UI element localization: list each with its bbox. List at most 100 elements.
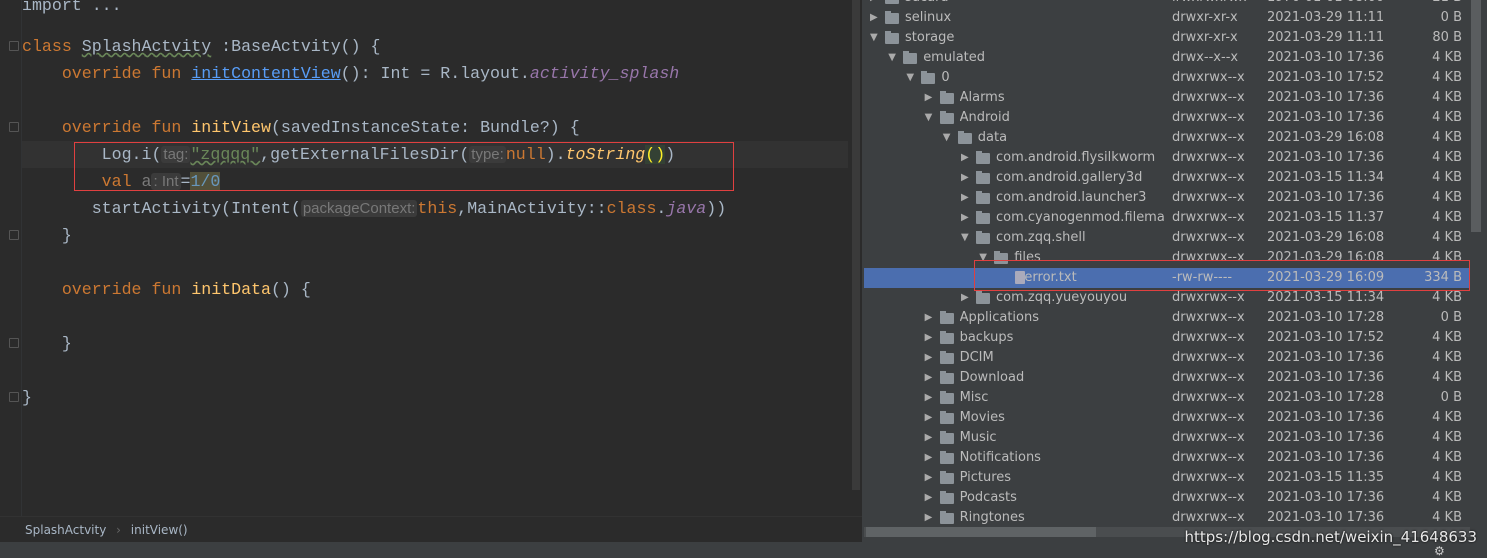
modified-date: 2021-03-15 11:35 xyxy=(1267,470,1385,485)
file-name: Misc xyxy=(959,390,989,405)
tree-row[interactable]: ▼ 0 drwxrwx--x 2021-03-10 17:52 4 KB xyxy=(864,68,1470,88)
file-size: 4 KB xyxy=(1432,410,1462,425)
code-token: ,MainActivity:: xyxy=(457,199,607,218)
permissions: drwxrwx--x xyxy=(1172,230,1245,245)
code-line[interactable]: override fun initContentView(): Int = R.… xyxy=(22,60,679,87)
file-size: 4 KB xyxy=(1432,190,1462,205)
code-line[interactable]: override fun initData() { xyxy=(22,276,311,303)
file-name: com.cyanogenmod.filemanager xyxy=(996,210,1166,225)
chevron-right-icon[interactable]: ▶ xyxy=(925,408,933,428)
tree-row[interactable]: ▶ Music drwxrwx--x 2021-03-10 17:36 4 KB xyxy=(864,428,1470,448)
breadcrumb-method[interactable]: initView() xyxy=(131,523,188,537)
file-name: Download xyxy=(959,370,1025,385)
scrollbar-thumb[interactable] xyxy=(866,527,1096,537)
permissions: drwxrwx--x xyxy=(1172,450,1245,465)
chevron-down-icon[interactable]: ▼ xyxy=(943,128,951,148)
editor-scrollbar[interactable] xyxy=(852,0,860,490)
tree-row[interactable]: ▶ com.android.gallery3d drwxrwx--x 2021-03-… xyxy=(864,168,1470,188)
chevron-right-icon[interactable]: ▶ xyxy=(925,448,933,468)
tree-row[interactable]: ▶ Pictures drwxrwx--x 2021-03-15 11:35 4 KB xyxy=(864,468,1470,488)
tree-row[interactable]: ▶ sdcard lrwxrwxrwx 1970-01-01 08:00 21 B xyxy=(864,0,1470,8)
modified-date: 2021-03-10 17:28 xyxy=(1267,310,1385,325)
folder-icon xyxy=(939,331,954,344)
file-name: 0 xyxy=(941,70,950,85)
chevron-right-icon[interactable]: ▶ xyxy=(925,488,933,508)
code-line[interactable]: } xyxy=(22,330,72,357)
breadcrumb-class[interactable]: SplashActvity xyxy=(25,523,106,537)
file-name: emulated xyxy=(923,50,986,65)
chevron-right-icon[interactable]: ▶ xyxy=(925,508,933,528)
tree-row[interactable]: ▶ Ringtones drwxrwx--x 2021-03-10 17:36 4 KB xyxy=(864,508,1470,528)
chevron-right-icon[interactable]: ▶ xyxy=(925,328,933,348)
chevron-down-icon[interactable]: ▼ xyxy=(870,28,878,48)
tree-row[interactable]: ▼ data drwxrwx--x 2021-03-29 16:08 4 KB xyxy=(864,128,1470,148)
code-line[interactable]: import ... xyxy=(22,0,122,19)
fold-icon[interactable] xyxy=(9,392,19,402)
tree-row[interactable]: ▶ com.android.flysilkworm drwxrwx--x 2021-0… xyxy=(864,148,1470,168)
chevron-right-icon[interactable]: ▶ xyxy=(925,88,933,108)
code-line[interactable]: } xyxy=(22,384,32,411)
code-line[interactable]: override fun initView(savedInstanceState… xyxy=(22,114,580,141)
modified-date: 2021-03-10 17:36 xyxy=(1267,150,1385,165)
code-editor[interactable]: import ... class SplashActvity :BaseActvi… xyxy=(0,0,862,516)
fold-icon[interactable] xyxy=(9,230,19,240)
code-line[interactable]: startActivity(Intent(packageContext: this… xyxy=(22,195,726,222)
tree-row[interactable]: ▶ Podcasts drwxrwx--x 2021-03-10 17:36 4 KB xyxy=(864,488,1470,508)
code-line[interactable]: class SplashActvity :BaseActvity() { xyxy=(22,33,381,60)
chevron-down-icon[interactable]: ▼ xyxy=(961,228,969,248)
chevron-right-icon[interactable]: ▶ xyxy=(870,0,878,8)
chevron-right-icon[interactable]: ▶ xyxy=(961,188,969,208)
tree-row[interactable]: ▶ Applications drwxrwx--x 2021-03-10 17:28 0… xyxy=(864,308,1470,328)
chevron-right-icon[interactable]: ▶ xyxy=(925,388,933,408)
fold-icon[interactable] xyxy=(9,41,19,51)
folder-icon xyxy=(885,11,899,24)
tree-row[interactable]: ▶ com.cyanogenmod.filemanager drwxrwx--x 20… xyxy=(864,208,1470,228)
annotation-box xyxy=(74,142,734,191)
tree-row[interactable]: ▶ DCIM drwxrwx--x 2021-03-10 17:36 4 KB xyxy=(864,348,1470,368)
permissions: drwxrwx--x xyxy=(1172,190,1245,205)
chevron-right-icon[interactable]: ▶ xyxy=(961,168,969,188)
fold-icon[interactable] xyxy=(9,122,19,132)
folder-icon xyxy=(976,151,990,164)
chevron-right-icon[interactable]: ▶ xyxy=(925,468,933,488)
breadcrumb-separator: › xyxy=(116,523,121,537)
file-size: 4 KB xyxy=(1432,170,1462,185)
tree-row[interactable]: ▶ Misc drwxrwx--x 2021-03-10 17:28 0 B xyxy=(864,388,1470,408)
tree-row[interactable]: ▶ selinux drwxr-xr-x 2021-03-29 11:11 0 B xyxy=(864,8,1470,28)
permissions: drwxrwx--x xyxy=(1172,390,1245,405)
tree-row[interactable]: ▶ Notifications drwxrwx--x 2021-03-10 17:36… xyxy=(864,448,1470,468)
chevron-down-icon[interactable]: ▼ xyxy=(906,68,914,88)
chevron-down-icon[interactable]: ▼ xyxy=(888,48,896,68)
chevron-right-icon[interactable]: ▶ xyxy=(961,288,969,308)
tree-row[interactable]: ▶ backups drwxrwx--x 2021-03-10 17:52 4 KB xyxy=(864,328,1470,348)
file-size: 4 KB xyxy=(1432,70,1462,85)
tree-row[interactable]: ▶ com.zqq.yueyouyou drwxrwx--x 2021-03-15 1… xyxy=(864,288,1470,308)
chevron-right-icon[interactable]: ▶ xyxy=(925,348,933,368)
tree-row[interactable]: ▼ Android drwxrwx--x 2021-03-10 17:36 4 KB xyxy=(864,108,1470,128)
file-name: com.zqq.shell xyxy=(996,230,1086,245)
tree-row[interactable]: ▶ Alarms drwxrwx--x 2021-03-10 17:36 4 KB xyxy=(864,88,1470,108)
permissions: drwxrwx--x xyxy=(1172,290,1245,305)
tree-row[interactable]: ▶ Movies drwxrwx--x 2021-03-10 17:36 4 KB xyxy=(864,408,1470,428)
chevron-right-icon[interactable]: ▶ xyxy=(925,428,933,448)
code-line[interactable]: } xyxy=(22,222,72,249)
chevron-down-icon[interactable]: ▼ xyxy=(925,108,933,128)
tree-row[interactable]: ▼ storage drwxr-xr-x 2021-03-29 11:11 80 B xyxy=(864,28,1470,48)
chevron-right-icon[interactable]: ▶ xyxy=(925,368,933,388)
tree-row[interactable]: ▼ com.zqq.shell drwxrwx--x 2021-03-29 16:08… xyxy=(864,228,1470,248)
code-token: (savedInstanceState: Bundle?) { xyxy=(270,118,580,137)
tree-vertical-scrollbar[interactable] xyxy=(1471,0,1481,232)
tree-row[interactable]: ▶ com.android.launcher3 drwxrwx--x 2021-03-… xyxy=(864,188,1470,208)
file-name: Pictures xyxy=(959,470,1012,485)
folder-icon xyxy=(939,431,954,444)
tree-row[interactable]: ▶ Download drwxrwx--x 2021-03-10 17:36 4 KB xyxy=(864,368,1470,388)
chevron-right-icon[interactable]: ▶ xyxy=(925,308,933,328)
chevron-right-icon[interactable]: ▶ xyxy=(870,8,878,28)
file-size: 4 KB xyxy=(1432,290,1462,305)
fold-icon[interactable] xyxy=(9,338,19,348)
file-name: com.zqq.yueyouyou xyxy=(996,290,1128,305)
chevron-right-icon[interactable]: ▶ xyxy=(961,208,969,228)
folder-icon xyxy=(939,451,954,464)
chevron-right-icon[interactable]: ▶ xyxy=(961,148,969,168)
tree-row[interactable]: ▼ emulated drwx--x--x 2021-03-10 17:36 4 KB xyxy=(864,48,1470,68)
